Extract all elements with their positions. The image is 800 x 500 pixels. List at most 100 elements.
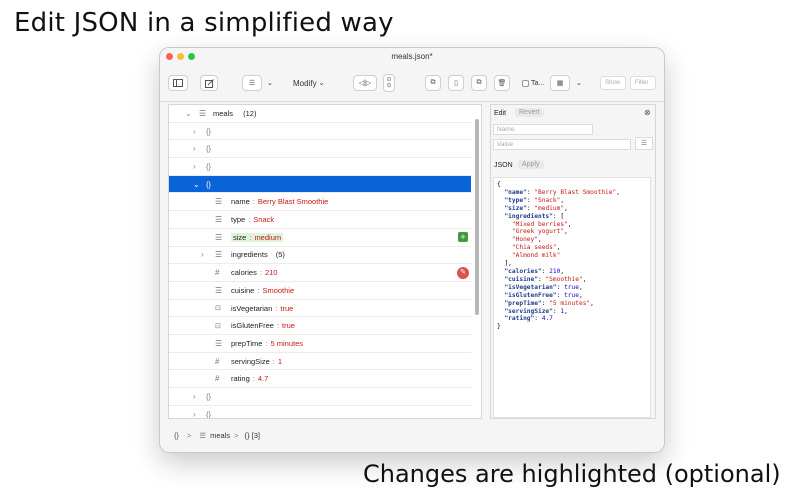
chevron-down-icon[interactable]: ⌄ xyxy=(185,109,192,118)
tree-row-collapsed[interactable]: › {} xyxy=(169,140,471,159)
chevron-down-icon[interactable]: ⌄ xyxy=(267,75,273,91)
chevron-down-icon[interactable]: ⌄ xyxy=(576,75,582,91)
breadcrumb-meals[interactable]: meals xyxy=(210,431,230,440)
json-code-line: "Honey", xyxy=(511,236,542,244)
tree-field-row[interactable]: # calories:210 ✎ xyxy=(169,264,471,282)
tree-root-row[interactable]: ⌄ ☰ meals (12) xyxy=(169,105,471,123)
chevron-right-icon[interactable]: › xyxy=(193,144,196,153)
stepper-icon: ⊙ ⊙ xyxy=(386,77,392,89)
sidebar-toggle-button[interactable] xyxy=(168,75,188,91)
chevron-right-icon[interactable]: › xyxy=(193,127,196,136)
duplicate-button[interactable]: ⧉ xyxy=(471,75,487,91)
apply-button[interactable]: Apply xyxy=(518,160,544,169)
field-count: (5) xyxy=(275,250,285,260)
name-field[interactable]: Name xyxy=(493,124,593,135)
table-icon: ▦ xyxy=(556,80,564,87)
field-key: name xyxy=(231,197,250,207)
field-value: 4.7 xyxy=(257,374,269,384)
json-code-line: "Greek yogurt", xyxy=(511,228,568,236)
field-key: isVegetarian xyxy=(231,303,273,313)
tree-field-row[interactable]: ☰ name: Berry Blast Smoothie xyxy=(169,194,471,212)
close-icon[interactable]: ⊗ xyxy=(644,108,651,117)
close-window-button[interactable] xyxy=(166,53,173,60)
table-checkbox-label: Ta... xyxy=(531,79,545,87)
tree-row-collapsed[interactable]: › {} xyxy=(169,406,471,418)
tree-row-selected[interactable]: ⌄ {} xyxy=(169,175,471,194)
chevron-down-icon[interactable]: ⌄ xyxy=(193,180,200,189)
clipboard-icon: ▯ xyxy=(454,80,458,87)
move-button[interactable]: ◁|▷ xyxy=(353,75,377,91)
split-arrows-icon: ◁|▷ xyxy=(358,80,372,87)
copy-button[interactable]: ⧉ xyxy=(425,75,441,91)
chevron-right-icon[interactable]: › xyxy=(193,410,196,418)
list-icon: ☰ xyxy=(199,108,207,118)
tree-field-row[interactable]: ☰ cuisine: Smoothie xyxy=(169,282,471,300)
filter-field[interactable]: Filter xyxy=(630,76,656,90)
json-code-line: "Almond milk" xyxy=(511,252,561,260)
duplicate-icon: ⧉ xyxy=(476,79,482,86)
json-text-editor[interactable]: { "name": "Berry Blast Smoothie", "type"… xyxy=(493,177,651,418)
separator: : xyxy=(249,232,252,242)
tree-field-row[interactable]: ⊡ isVegetarian: true xyxy=(169,300,471,318)
tree-row-collapsed[interactable]: › {} xyxy=(169,123,471,141)
table-view-button[interactable]: ▦ xyxy=(550,75,570,91)
path-bar: {} > ☰ meals > {} [3] xyxy=(168,424,656,446)
field-key: prepTime xyxy=(231,338,263,348)
stepper-button[interactable]: ⊙ ⊙ xyxy=(383,74,395,92)
name-placeholder: Name xyxy=(497,126,515,133)
format-menu-button[interactable]: ☰ xyxy=(242,75,262,91)
text-icon: ☰ xyxy=(215,215,223,225)
separator: : xyxy=(265,338,268,348)
json-code-line: ], xyxy=(497,260,512,268)
breadcrumb-item[interactable]: {} [3] xyxy=(245,431,260,440)
add-button[interactable]: + xyxy=(458,232,468,243)
tree-field-row[interactable]: ☰ prepTime:5 minutes xyxy=(169,335,471,353)
tree-scrollbar[interactable] xyxy=(475,119,479,315)
delete-button[interactable]: 🗑 xyxy=(494,75,510,91)
value-field[interactable]: Value xyxy=(493,139,631,150)
tree-field-row[interactable]: # servingSize:1 xyxy=(169,353,471,371)
minimize-window-button[interactable] xyxy=(177,53,184,60)
zoom-window-button[interactable] xyxy=(188,53,195,60)
tree-field-row[interactable]: ⊡ isGlutenFree: true xyxy=(169,317,471,336)
window-title: meals.json* xyxy=(391,52,433,61)
compose-button[interactable] xyxy=(200,75,218,91)
revert-button[interactable]: Revert xyxy=(515,108,544,117)
separator: : xyxy=(259,268,262,278)
list-icon: ☰ xyxy=(199,430,207,440)
breadcrumb-separator: > xyxy=(187,430,192,440)
text-icon: ☰ xyxy=(215,197,223,207)
app-window: meals.json* ☰ ⌄ Modify ⌄ ◁|▷ ⊙ ⊙ ⧉ ▯ ⧉ 🗑… xyxy=(160,48,664,452)
show-field[interactable]: Show xyxy=(600,76,626,90)
list-icon: ☰ xyxy=(215,250,223,260)
modify-menu[interactable]: Modify ⌄ xyxy=(293,75,324,91)
tree-field-row[interactable]: # rating:4.7 xyxy=(169,371,471,389)
object-icon: {} xyxy=(206,161,212,171)
breadcrumb-separator: > xyxy=(234,430,239,440)
number-icon: # xyxy=(215,374,220,384)
table-checkbox[interactable]: Ta... xyxy=(522,75,544,91)
text-icon: ☰ xyxy=(215,285,223,295)
json-code-line: "name": "Berry Blast Smoothie", xyxy=(504,188,620,196)
paste-button[interactable]: ▯ xyxy=(448,75,464,91)
field-value: true xyxy=(280,303,294,313)
tree-field-row[interactable]: ☰ size: medium + xyxy=(169,229,471,247)
tree-field-row[interactable]: › ☰ ingredients (5) xyxy=(169,247,471,265)
separator: : xyxy=(272,356,275,366)
edit-pencil-button[interactable]: ✎ xyxy=(457,266,469,279)
number-icon: # xyxy=(215,356,220,366)
tree-row-collapsed[interactable]: › {} xyxy=(169,158,471,176)
field-value: 210 xyxy=(264,268,278,278)
json-code-line: "calories": 210, xyxy=(504,267,565,275)
field-value: Snack xyxy=(253,215,275,225)
chevron-right-icon[interactable]: › xyxy=(193,162,196,171)
breadcrumb-root[interactable]: {} xyxy=(174,431,179,440)
modify-label: Modify xyxy=(293,78,317,88)
text-format-icon[interactable]: ☰ xyxy=(635,137,653,150)
tree-row-collapsed[interactable]: › {} xyxy=(169,388,471,406)
chevron-right-icon[interactable]: › xyxy=(201,250,204,259)
chevron-right-icon[interactable]: › xyxy=(193,392,196,401)
field-key: calories xyxy=(231,268,257,278)
tree-field-row[interactable]: ☰ type: Snack xyxy=(169,211,471,229)
root-count: (12) xyxy=(243,108,257,118)
